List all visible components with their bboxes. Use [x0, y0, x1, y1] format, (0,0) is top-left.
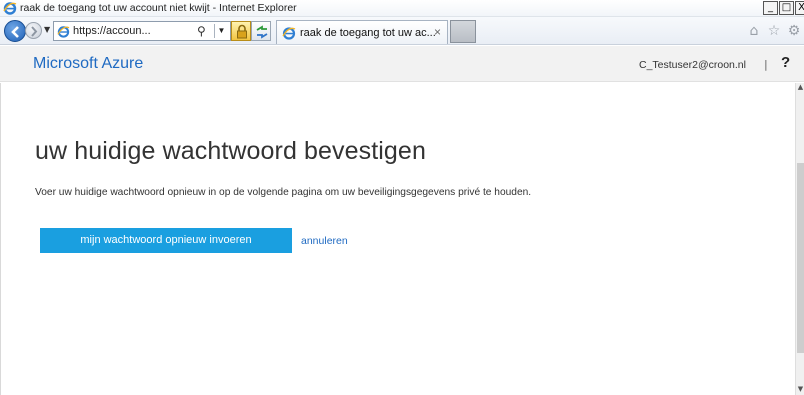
- page-title: uw huidige wachtwoord bevestigen: [35, 137, 426, 165]
- security-lock-button[interactable]: [231, 21, 251, 41]
- tab-favicon-icon: [282, 26, 296, 40]
- browser-toolbar-icons: ⌂ ☆ ⚙: [744, 23, 804, 39]
- tab-close-icon[interactable]: ×: [434, 25, 441, 39]
- help-icon[interactable]: ?: [781, 54, 790, 71]
- history-dropdown-icon[interactable]: ▼: [44, 25, 50, 34]
- browser-navbar: ▼ https://accoun... ⚲ ▼ raak de toegang …: [0, 17, 804, 45]
- forward-button[interactable]: [25, 22, 42, 39]
- maximize-button[interactable]: □: [779, 1, 794, 15]
- page-left-border: [0, 83, 1, 395]
- address-bar[interactable]: https://accoun... ⚲ ▼: [53, 21, 231, 41]
- page-description: Voer uw huidige wachtwoord opnieuw in op…: [35, 187, 532, 198]
- scroll-up-icon[interactable]: ▲: [796, 83, 804, 93]
- browser-tab-active[interactable]: raak de toegang tot uw ac... ×: [276, 20, 448, 44]
- reenter-password-button[interactable]: mijn wachtwoord opnieuw invoeren: [40, 228, 292, 253]
- address-dropdown-icon[interactable]: ▼: [214, 24, 228, 38]
- page-favicon-icon: [57, 26, 70, 38]
- forward-arrow-icon: [31, 26, 38, 37]
- cancel-link[interactable]: annuleren: [301, 235, 348, 247]
- star-icon[interactable]: ☆: [764, 23, 784, 39]
- vertical-scrollbar[interactable]: ▲ ▼: [795, 83, 804, 395]
- window-title: raak de toegang tot uw account niet kwij…: [20, 2, 297, 14]
- lock-icon: [237, 24, 247, 39]
- azure-header: Microsoft Azure C_Testuser2@croon.nl | ?: [0, 46, 804, 82]
- gear-icon[interactable]: ⚙: [784, 23, 804, 39]
- refresh-icon: [256, 25, 268, 39]
- search-icon[interactable]: ⚲: [197, 24, 206, 38]
- new-tab-button[interactable]: [450, 20, 476, 43]
- home-icon[interactable]: ⌂: [744, 23, 764, 39]
- back-arrow-icon: [11, 26, 19, 38]
- minimize-button[interactable]: _: [763, 1, 778, 15]
- back-button[interactable]: [4, 20, 26, 42]
- scroll-thumb[interactable]: [797, 163, 804, 353]
- header-separator: |: [764, 58, 768, 71]
- window-titlebar: raak de toegang tot uw account niet kwij…: [0, 0, 804, 17]
- close-button[interactable]: X: [795, 1, 804, 15]
- brand-logo[interactable]: Microsoft Azure: [33, 55, 143, 73]
- user-email[interactable]: C_Testuser2@croon.nl: [639, 59, 746, 71]
- internet-explorer-icon: [3, 2, 17, 15]
- tab-label: raak de toegang tot uw ac...: [300, 26, 436, 39]
- address-url[interactable]: https://accoun...: [73, 25, 151, 37]
- refresh-button[interactable]: [251, 21, 271, 41]
- scroll-down-icon[interactable]: ▼: [796, 385, 804, 395]
